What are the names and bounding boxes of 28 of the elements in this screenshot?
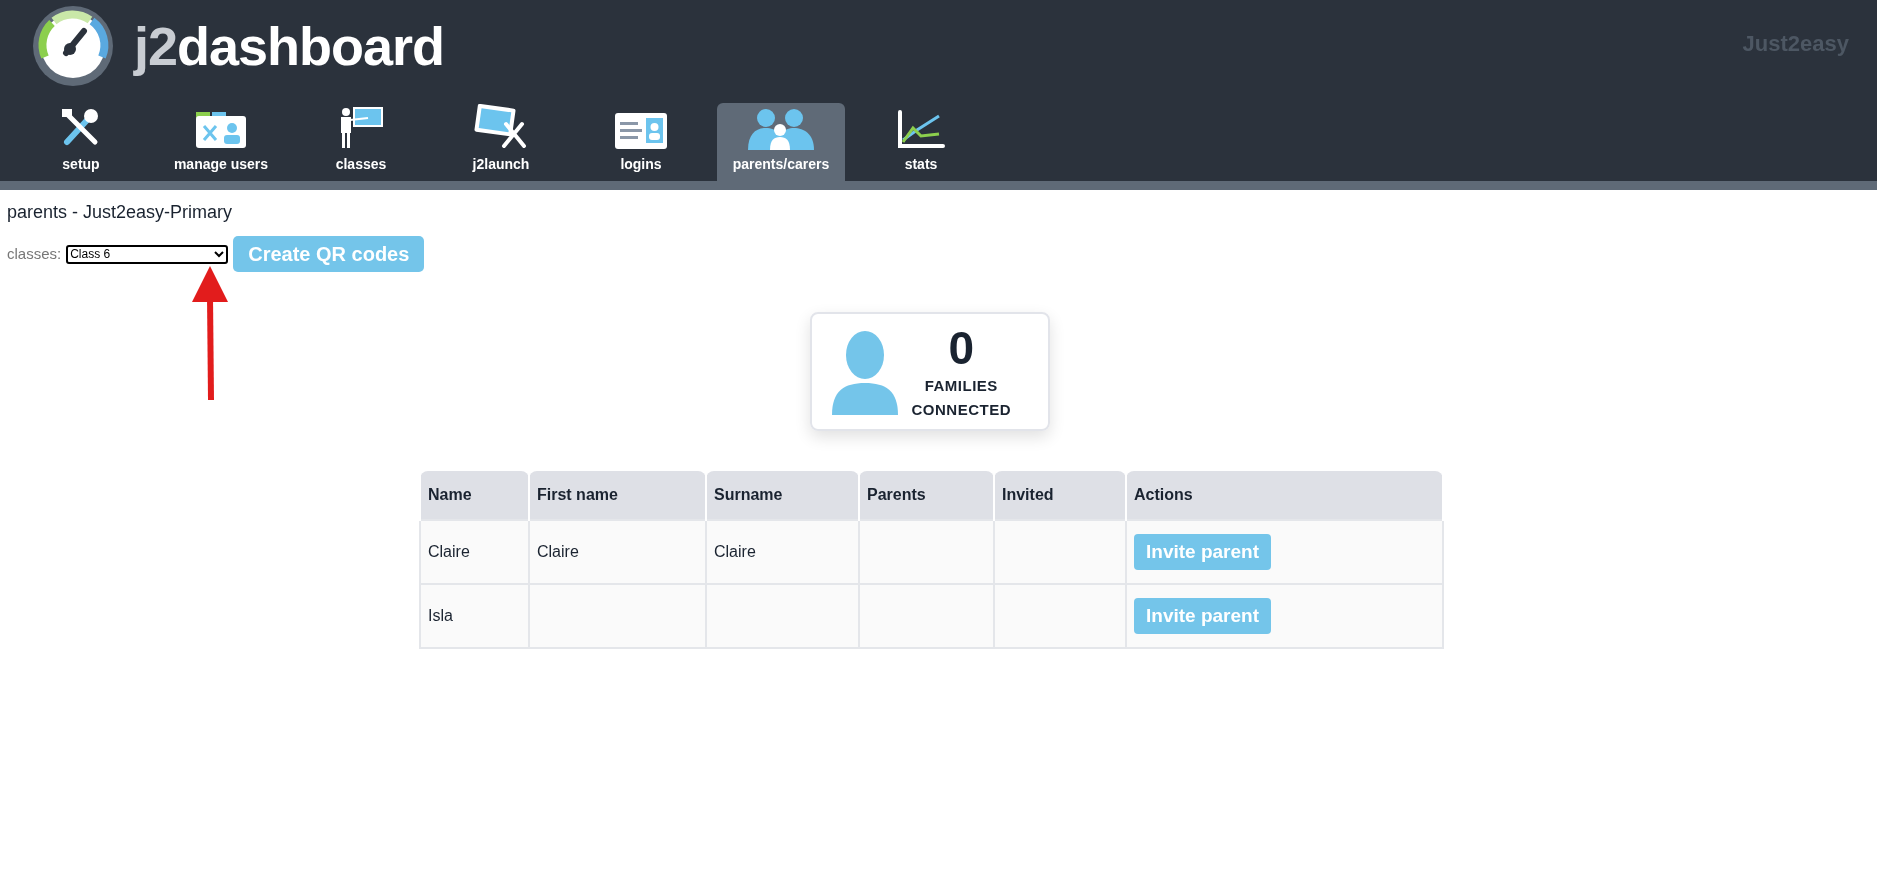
table-cell: Claire: [420, 520, 529, 584]
classes-label: classes:: [7, 243, 62, 264]
column-header: First name: [529, 471, 706, 520]
families-count: 0: [948, 321, 975, 374]
line-chart-icon: [897, 110, 945, 150]
folder-icon: [194, 110, 248, 150]
page-title: parents - Just2easy-Primary: [7, 201, 233, 224]
nav-tab[interactable]: logins: [577, 103, 705, 181]
nav-tab[interactable]: manage users: [157, 103, 285, 181]
id-card-icon: [614, 112, 668, 150]
nav-tab[interactable]: j2launch: [437, 103, 565, 181]
table-cell: Isla: [420, 584, 529, 648]
teacher-board-icon: [338, 106, 384, 150]
class-select[interactable]: Class 6: [66, 244, 229, 264]
families-label: FAMILIES CONNECTED: [911, 375, 1011, 420]
column-header: Invited: [994, 471, 1126, 520]
speedometer-logo-icon: [32, 5, 114, 87]
nav-tab[interactable]: classes: [297, 103, 425, 181]
column-header: Parents: [859, 471, 994, 520]
column-header: Surname: [706, 471, 859, 520]
family-icon: [746, 106, 816, 150]
nav-tab[interactable]: setup: [17, 103, 145, 181]
chevron-down-icon: [214, 250, 225, 258]
nav-tab[interactable]: parents/carers: [717, 103, 845, 181]
column-header: Name: [420, 471, 529, 520]
nav-tab[interactable]: stats: [857, 103, 985, 181]
screen-tools-icon: [474, 104, 528, 150]
column-header: Actions: [1126, 471, 1443, 520]
